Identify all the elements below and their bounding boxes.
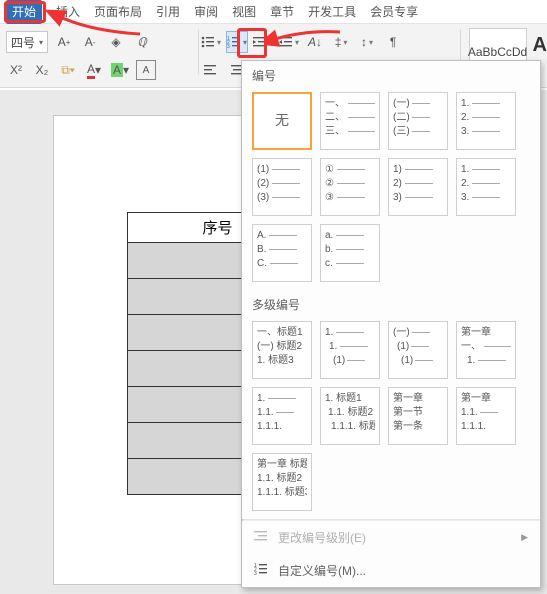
list-icon: 123: [254, 562, 268, 579]
highlight-icon[interactable]: A▾: [110, 60, 130, 80]
chevron-right-icon: ▶: [521, 532, 528, 543]
numbering-option-cn-dot[interactable]: 一、二、三、: [320, 92, 380, 150]
decrease-indent-button[interactable]: [252, 31, 274, 53]
menu-change-level: 更改编号级别(E) ▶: [242, 521, 540, 554]
tab-layout[interactable]: 页面布局: [94, 0, 142, 24]
multilevel-option-a[interactable]: 一、标题1(一) 标题21. 标题3: [252, 321, 312, 379]
menu-custom-numbering[interactable]: 123 自定义编号(M)...: [242, 554, 540, 587]
tab-member[interactable]: 会员专享: [370, 0, 418, 24]
align-left-button[interactable]: [200, 59, 222, 81]
tab-dev[interactable]: 开发工具: [308, 0, 356, 24]
multilevel-option-b[interactable]: 1.1.(1): [320, 321, 380, 379]
font-size-label: 四号: [11, 34, 35, 51]
tab-view[interactable]: 视图: [232, 0, 256, 24]
tab-start[interactable]: 开始: [6, 0, 42, 24]
numbering-option-arabic-dot[interactable]: 1.2.3.: [456, 92, 516, 150]
clear-format-icon[interactable]: ◈: [106, 32, 126, 52]
tab-review[interactable]: 审阅: [194, 0, 218, 24]
style-preview-text: AaBbCcDd: [468, 45, 527, 59]
grow-font-icon[interactable]: A+: [54, 32, 74, 52]
section-title-numbering: 编号: [242, 61, 540, 88]
char-shading-icon[interactable]: ⧉▾: [58, 60, 78, 80]
multilevel-option-c[interactable]: (一)(1)(1): [388, 321, 448, 379]
section-title-multilevel: 多级编号: [242, 290, 540, 317]
numbering-option-upper-alpha[interactable]: A.B.C.: [252, 224, 312, 282]
multilevel-option-e[interactable]: 1.1.1.1.1.1.: [252, 387, 312, 445]
tab-insert[interactable]: 插入: [56, 0, 80, 24]
shrink-font-icon[interactable]: A-: [80, 32, 100, 52]
ribbon-tabs: 开始 插入 页面布局 引用 审阅 视图 章节 开发工具 会员专享: [0, 0, 547, 24]
multilevel-option-g[interactable]: 第一章第一节第一条: [388, 387, 448, 445]
sort-button[interactable]: ↕: [356, 31, 378, 53]
font-color-icon[interactable]: A▾: [84, 60, 104, 80]
multilevel-option-i[interactable]: 第一章 标题11.1. 标题21.1.1. 标题3: [252, 453, 312, 511]
tab-ref[interactable]: 引用: [156, 0, 180, 24]
numbered-list-button[interactable]: 123: [226, 31, 248, 53]
subscript-icon[interactable]: X₂: [32, 60, 52, 80]
show-marks-button[interactable]: ¶: [382, 31, 404, 53]
multilevel-option-h[interactable]: 第一章1.1.1.1.1.: [456, 387, 516, 445]
font-size-selector[interactable]: 四号 ▾: [6, 31, 48, 53]
numbering-option-paren-num[interactable]: (1)(2)(3): [252, 158, 312, 216]
multilevel-option-d[interactable]: 第一章一、1.: [456, 321, 516, 379]
superscript-icon[interactable]: X²: [6, 60, 26, 80]
numbering-option-lower-alpha[interactable]: a.b.c.: [320, 224, 380, 282]
numbering-option-arabic-dot2[interactable]: 1.2.3.: [456, 158, 516, 216]
tab-chapter[interactable]: 章节: [270, 0, 294, 24]
bullet-list-button[interactable]: [200, 31, 222, 53]
change-case-icon[interactable]: ℚ: [132, 32, 152, 52]
numbering-dropdown: 编号 无 一、二、三、 (一)(二)(三) 1.2.3. (1)(2)(3) ①…: [241, 60, 541, 588]
svg-text:3: 3: [227, 44, 230, 49]
char-border-icon[interactable]: A: [136, 60, 156, 80]
text-direction-button[interactable]: A↓: [304, 31, 326, 53]
svg-text:3: 3: [254, 571, 257, 576]
multilevel-option-f[interactable]: 1. 标题11.1. 标题21.1.1. 标题3: [320, 387, 380, 445]
indent-icon: [254, 529, 268, 546]
numbering-option-circle[interactable]: ①②③: [320, 158, 380, 216]
line-spacing-button[interactable]: ‡: [330, 31, 352, 53]
numbering-option-none[interactable]: 无: [252, 92, 312, 150]
increase-indent-button[interactable]: [278, 31, 300, 53]
numbering-option-paren-half[interactable]: 1)2)3): [388, 158, 448, 216]
style-tile-large-a[interactable]: A: [533, 34, 547, 57]
numbering-option-paren-cn[interactable]: (一)(二)(三): [388, 92, 448, 150]
